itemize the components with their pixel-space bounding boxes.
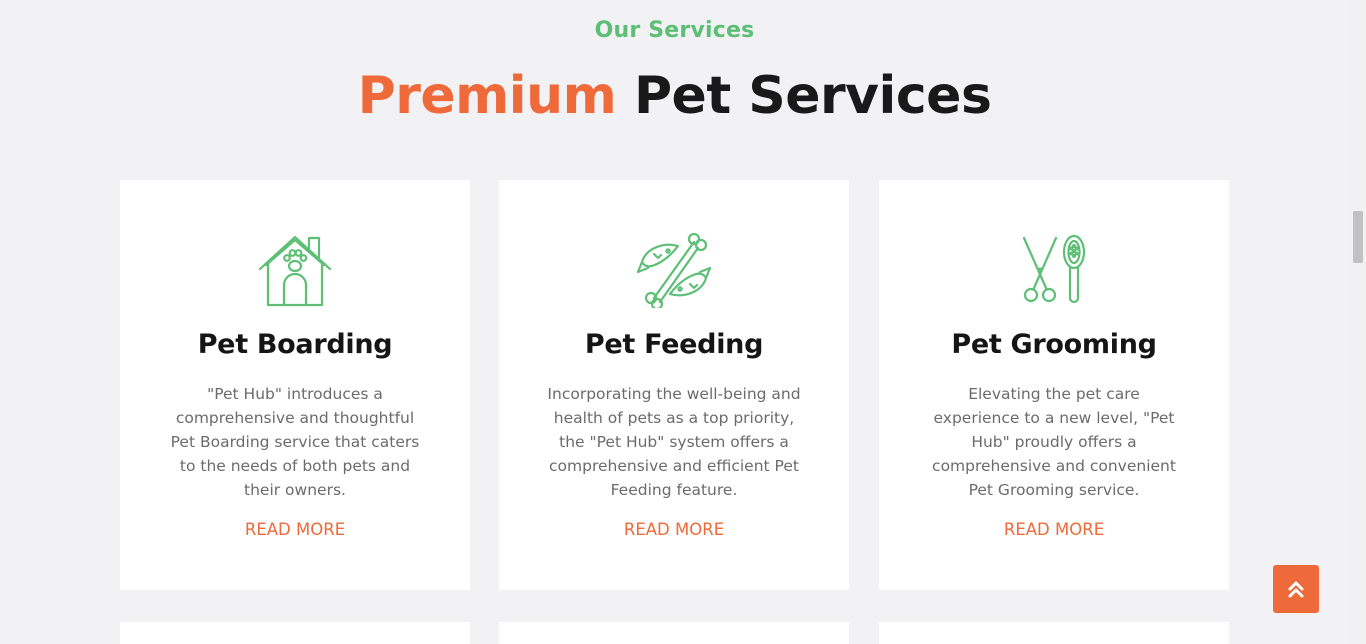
service-card-partial (499, 622, 849, 644)
card-description: Elevating the pet care experience to a n… (932, 385, 1176, 499)
card-title: Pet Feeding (584, 329, 764, 360)
card-description: "Pet Hub" introduces a comprehensive and… (170, 385, 420, 499)
card-description: Incorporating the well-being and health … (547, 385, 801, 499)
scrollbar-thumb[interactable] (1353, 211, 1363, 263)
section-title-accent: Premium (357, 66, 617, 126)
back-to-top-button[interactable] (1273, 565, 1319, 613)
house-paw-icon (257, 232, 333, 308)
service-card-feeding: Pet Feeding Incorporating the well-being… (499, 180, 849, 590)
read-more-link[interactable]: READ MORE (499, 520, 849, 539)
fish-bone-icon (636, 232, 712, 308)
section-title: Premium Pet Services (0, 66, 1349, 126)
card-title: Pet Grooming (951, 329, 1157, 360)
page-scrollbar[interactable] (1349, 0, 1366, 644)
read-more-link[interactable]: READ MORE (120, 520, 470, 539)
read-more-link[interactable]: READ MORE (879, 520, 1229, 539)
card-title: Pet Boarding (197, 329, 393, 360)
service-card-partial (879, 622, 1229, 644)
section-eyebrow: Our Services (594, 18, 755, 43)
service-card-grooming: Pet Grooming Elevating the pet care expe… (879, 180, 1229, 590)
services-page: Our Services Premium Pet Services Pet Bo… (0, 0, 1366, 644)
double-chevron-up-icon (1288, 581, 1304, 598)
scissors-brush-icon (1016, 232, 1092, 308)
service-card-boarding: Pet Boarding "Pet Hub" introduces a comp… (120, 180, 470, 590)
service-card-partial (120, 622, 470, 644)
section-title-rest: Pet Services (633, 66, 992, 126)
